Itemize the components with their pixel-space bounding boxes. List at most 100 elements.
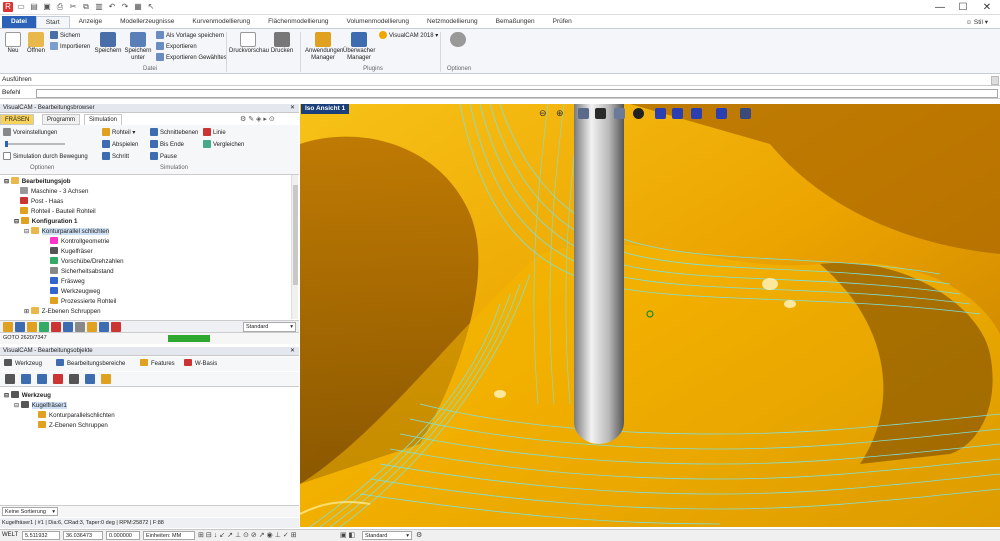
new-button[interactable]: Neu [3,32,23,55]
view-cube-icon[interactable] [740,108,751,119]
tab-bearbeitungsbereiche[interactable]: Bearbeitungsbereiche [56,357,125,371]
export-selected-button[interactable]: Exportieren Gewähltes [156,53,227,63]
paste-icon[interactable]: ▥ [94,2,104,12]
view-iso-icon[interactable] [716,108,727,119]
tree-item[interactable]: Kontrollgeometrie [50,237,110,246]
save-icon[interactable]: ▣ [42,2,52,12]
sichern-button[interactable]: Sichern [50,31,80,41]
tab-programm[interactable]: Programm [42,114,81,125]
undo-icon[interactable]: ↶ [107,2,117,12]
settings-icon[interactable] [87,322,97,332]
delete-icon[interactable] [111,322,121,332]
to-end-button[interactable]: Bis Ende [150,140,184,150]
tool-settings-icon[interactable] [101,374,111,384]
stock-tool-icon[interactable] [27,322,37,332]
tree-item[interactable]: ⊞ Z-Ebenen Schruppen [24,307,101,316]
history-scroll[interactable] [991,76,999,85]
open-icon[interactable]: ▤ [29,2,39,12]
save-template-button[interactable]: Als Vorlage speichern [156,31,224,41]
tree-item[interactable]: Maschine - 3 Achsen [20,187,88,196]
tab-volumenmodellierung[interactable]: Volumenmodellierung [338,16,419,28]
tool-delete-icon[interactable] [53,374,63,384]
browser-toolbar-icons[interactable]: ⚙ ✎ ◈ ▸ ⊙ [240,115,275,123]
tab-simulation[interactable]: Simulation [84,114,123,125]
print-button[interactable]: Drucken [268,32,296,55]
machining-icon[interactable] [3,322,13,332]
osnap-toolbar[interactable]: ⊞⊟↓↙↗⊥⊙⊘↗◉⊥✓⊞ [198,530,299,541]
zoom-in-icon[interactable]: ⊕ [556,108,567,119]
tree-item[interactable]: Vorschübe/Drehzahlen [50,257,124,266]
tree-item[interactable]: Kugelfräser [50,247,93,256]
tool-library-icon[interactable] [21,374,31,384]
slider-thumb[interactable] [5,141,8,147]
view-right-icon[interactable] [691,108,702,119]
tab-anzeige[interactable]: Anzeige [70,16,112,28]
redo-icon[interactable]: ↷ [120,2,130,12]
tree-item[interactable]: Rohteil - Bauteil Rohteil [20,207,96,216]
tab-milling[interactable]: FRÄSEN [0,114,35,125]
step-button[interactable]: Schritt [102,152,129,162]
coordinate-mode[interactable]: WELT [2,530,18,541]
simulate-icon[interactable] [63,322,73,332]
tab-features[interactable]: Features [140,357,175,371]
preset-button[interactable]: Voreinstellungen [3,128,57,138]
view-top-icon[interactable] [655,108,666,119]
play-button[interactable]: Abspielen [102,140,138,150]
tool-copy-icon[interactable] [69,374,79,384]
tree-item[interactable]: ⊟ Werkzeug [4,391,51,400]
simulation-speed-slider[interactable] [5,141,65,147]
panel-close-icon[interactable]: ✕ [290,104,295,113]
open-button[interactable]: Öffnen [24,32,48,55]
app-manager-button[interactable]: Anwendungen Manager [305,32,343,62]
tool-add-icon[interactable] [5,374,15,384]
scroll-thumb[interactable] [293,185,298,285]
zoom-out-icon[interactable]: ⊖ [539,108,550,119]
tool-edit-icon[interactable] [37,374,47,384]
command-input[interactable] [36,89,998,98]
compare-button[interactable]: Vergleichen [203,140,244,150]
cut-icon[interactable]: ✂ [68,2,78,12]
tab-wbasis[interactable]: W-Basis [184,357,217,371]
tab-bemassungen[interactable]: Bemaßungen [487,16,544,28]
slice-levels-button[interactable]: Schnittebenen [150,128,198,138]
print-preview-button[interactable]: Druckvorschau [229,32,269,55]
tree-item[interactable]: ⊟ Konturparallel schlichten [24,227,110,236]
tab-modellerzeugnisse[interactable]: Modellerzeugnisse [111,16,183,28]
maximize-button[interactable]: ☐ [950,0,976,15]
view-fit-icon[interactable] [578,108,589,119]
viewport-3d[interactable] [300,104,1000,527]
new-icon[interactable]: ▭ [16,2,26,12]
status-settings-icon[interactable]: ⚙ [416,530,422,541]
tab-datei[interactable]: Datei [2,16,36,28]
save-as-button[interactable]: Speichern unter [123,32,153,62]
tree-item[interactable]: Post - Haas [20,197,63,206]
tree-item[interactable]: ⊟ Konfiguration 1 [14,217,77,226]
pause-button[interactable]: Pause [150,152,177,162]
tab-flaechenmodellierung[interactable]: Flächenmodellierung [259,16,337,28]
stock-button[interactable]: Rohteil ▾ [102,128,135,138]
tab-start[interactable]: Start [35,16,70,28]
options-button[interactable] [448,32,468,48]
copy-icon[interactable]: ⧉ [81,2,91,12]
units-display[interactable]: Einheiten: MM [143,531,195,540]
grid-icon[interactable]: ▦ [133,2,143,12]
cursor-icon[interactable]: ↖ [146,2,156,12]
tab-werkzeug[interactable]: Werkzeug [4,357,42,371]
standard-dropdown[interactable]: Standard ▾ [243,322,296,332]
layer-icons[interactable]: ▣ ◧ [340,530,355,541]
tree-item[interactable]: ⊟ Bearbeitungsjob [4,177,71,186]
lines-button[interactable]: Linie [203,128,226,138]
import-button[interactable]: Importieren [50,42,90,52]
wireframe-icon[interactable] [595,108,606,119]
post-process-icon[interactable] [75,322,85,332]
tree-item[interactable]: Prozessierte Rohteil [50,297,116,306]
tool-import-icon[interactable] [85,374,95,384]
stop-icon[interactable] [51,322,61,332]
generate-icon[interactable] [39,322,49,332]
panel-close-icon[interactable]: ✕ [290,347,295,356]
tab-pruefen[interactable]: Prüfen [544,16,581,28]
tree-item[interactable]: Z-Ebenen Schruppen [38,421,108,430]
tree-item[interactable]: Fräsweg [50,277,85,286]
job-icon[interactable] [15,322,25,332]
tab-kurvenmodellierung[interactable]: Kurvenmodellierung [183,16,259,28]
